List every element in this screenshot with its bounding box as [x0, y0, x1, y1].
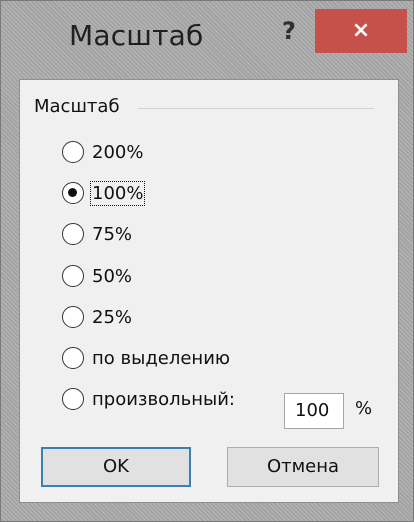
dialog-title: Масштаб: [69, 19, 204, 52]
ok-button[interactable]: OK: [41, 447, 191, 487]
radio-25[interactable]: [62, 306, 84, 328]
radio-50[interactable]: [62, 265, 84, 287]
option-fit-selection[interactable]: по выделению: [62, 344, 230, 372]
radio-200[interactable]: [62, 141, 84, 163]
radio-100[interactable]: [62, 182, 84, 204]
group-label: Масштаб: [34, 96, 120, 117]
option-label-200: 200%: [92, 141, 144, 163]
option-label-50: 50%: [92, 265, 133, 287]
radio-75[interactable]: [62, 223, 84, 245]
group-divider: [138, 108, 374, 109]
percent-label: %: [355, 398, 373, 419]
radio-fit-selection[interactable]: [62, 347, 84, 369]
option-25[interactable]: 25%: [62, 303, 132, 331]
help-button[interactable]: ?: [277, 13, 301, 49]
option-label-100: 100%: [89, 180, 146, 206]
option-label-custom: произвольный:: [92, 388, 235, 410]
option-100[interactable]: 100%: [62, 179, 146, 207]
option-custom[interactable]: произвольный:: [62, 385, 235, 413]
cancel-button[interactable]: Отмена: [227, 447, 379, 487]
option-50[interactable]: 50%: [62, 262, 132, 290]
option-label-fit-selection: по выделению: [92, 347, 231, 369]
radio-custom[interactable]: [62, 388, 84, 410]
option-label-75: 75%: [92, 223, 133, 245]
zoom-dialog: Масштаб ? × Масштаб 200% 100% 75% 50% 25…: [0, 0, 414, 522]
option-200[interactable]: 200%: [62, 138, 143, 166]
option-label-25: 25%: [92, 306, 133, 328]
custom-zoom-input[interactable]: 100: [284, 393, 344, 429]
radio-selected-dot: [68, 188, 77, 197]
dialog-body: Масштаб 200% 100% 75% 50% 25% по выделен…: [19, 79, 399, 503]
close-button[interactable]: ×: [315, 9, 407, 53]
option-75[interactable]: 75%: [62, 220, 132, 248]
